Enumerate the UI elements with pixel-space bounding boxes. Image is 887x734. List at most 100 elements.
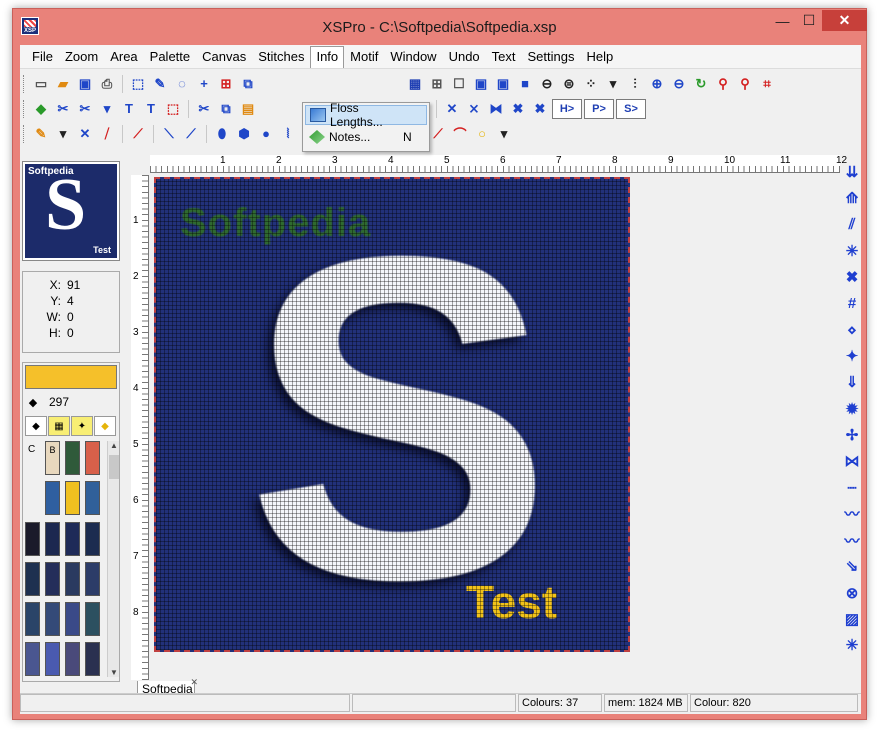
stitch-arrow-icon[interactable]: ⇓ (842, 371, 862, 393)
crosshair-icon[interactable]: + (194, 74, 214, 94)
stitch-sparkle-icon[interactable]: ✦ (842, 345, 862, 367)
pattern-mode-button[interactable]: ▦ (48, 416, 70, 436)
fill-icon[interactable]: ◆ (31, 99, 51, 119)
cross-stitch-bold-icon[interactable]: ✖ (508, 99, 528, 119)
close-button[interactable]: ✕ (822, 10, 867, 31)
palette-swatch[interactable] (85, 481, 100, 515)
pin-icon[interactable]: ⚲ (713, 74, 733, 94)
bead-cluster-icon[interactable]: ⬢ (234, 124, 254, 144)
stitch-plus-star-icon[interactable]: ✢ (842, 424, 862, 446)
stitch-dashed-red-icon[interactable]: ┈ (842, 477, 862, 499)
copy-icon[interactable]: ⧉ (216, 99, 236, 119)
stitch-arrow-down-icon[interactable]: ⇊ (842, 161, 862, 183)
maximize-button[interactable]: ☐ (796, 10, 822, 31)
grid-lines-icon[interactable]: ⊞ (427, 74, 447, 94)
stitch-chevron-icon[interactable]: ⟰ (842, 187, 862, 209)
text-t-icon[interactable]: T (119, 99, 139, 119)
dropdown-arrow-icon[interactable]: ▾ (97, 99, 117, 119)
palette-swatch[interactable] (65, 441, 80, 475)
stitch-wave-small-icon[interactable]: 〰 (842, 529, 862, 551)
stitch-cross-circle-icon[interactable]: ⊗ (842, 582, 862, 604)
stitch-burst-icon[interactable]: ✹ (842, 398, 862, 420)
palette-swatch[interactable] (65, 522, 80, 556)
palette-swatch[interactable] (85, 642, 100, 676)
zoom-out-icon[interactable]: ⊖ (669, 74, 689, 94)
palette-swatch[interactable] (25, 522, 40, 556)
backstitch-icon[interactable]: ✂ (75, 99, 95, 119)
line-dot-icon[interactable]: ⟋ (428, 124, 448, 144)
copy-area-icon[interactable]: ⧉ (238, 74, 258, 94)
menu-item-floss-lengths[interactable]: Floss Lengths... (305, 101, 427, 129)
current-color-swatch[interactable] (25, 365, 117, 389)
select-dotted-icon[interactable]: ⬚ (163, 99, 183, 119)
palette-swatch[interactable] (85, 562, 100, 596)
arc-icon[interactable]: ⌒ (450, 124, 470, 144)
menu-text[interactable]: Text (486, 46, 522, 67)
s-button[interactable]: S> (616, 98, 646, 119)
menu-item-notes[interactable]: Notes... N (305, 127, 427, 147)
stitch-cross-fill-icon[interactable]: ✖ (842, 266, 862, 288)
cross-stitch-double-icon[interactable]: ⧓ (486, 99, 506, 119)
dropdown-arrow-icon[interactable]: ▾ (494, 124, 514, 144)
stitch-arrow-diag-icon[interactable]: ⇘ (842, 555, 862, 577)
palette-swatch[interactable] (45, 481, 60, 515)
preview-thumbnail[interactable]: Softpedia S Test (22, 161, 120, 261)
stitch-lines-icon[interactable]: ▨ (842, 608, 862, 630)
palette-swatch[interactable] (45, 642, 60, 676)
save-icon[interactable]: ▣ (75, 74, 95, 94)
blank-grid-icon[interactable]: ☐ (449, 74, 469, 94)
bead-dot-icon[interactable]: ● (256, 124, 276, 144)
view-full-icon[interactable]: ▣ (471, 74, 491, 94)
cross-stitch-heavy-icon[interactable]: ✖ (530, 99, 550, 119)
menu-palette[interactable]: Palette (144, 46, 196, 67)
half-stitch-left-icon[interactable]: ⟍ (159, 124, 179, 144)
menu-undo[interactable]: Undo (443, 46, 486, 67)
view-shaded-icon[interactable]: ⊖ (537, 74, 557, 94)
spark-mode-button[interactable]: ✦ (71, 416, 93, 436)
palette-scrollbar[interactable]: ▲ ▼ (107, 441, 119, 677)
palette-swatch[interactable] (85, 522, 100, 556)
dropdown-arrow-icon[interactable]: ▾ (603, 74, 623, 94)
menu-motif[interactable]: Motif (344, 46, 384, 67)
stitch-diamond-grid-icon[interactable]: ⋄ (842, 319, 862, 341)
stitch-hash-icon[interactable]: # (842, 292, 862, 314)
half-stitch-right-icon[interactable]: ⟋ (181, 124, 201, 144)
diamond-mode-button[interactable]: ◆ (25, 416, 47, 436)
view-symbol-icon[interactable]: ⊜ (559, 74, 579, 94)
cross-stitch-small-icon[interactable]: ✕ (442, 99, 462, 119)
paste-icon[interactable]: ▤ (238, 99, 258, 119)
menu-window[interactable]: Window (384, 46, 442, 67)
select-pencil-icon[interactable]: ✎ (150, 74, 170, 94)
scroll-thumb[interactable] (109, 455, 119, 479)
close-tab-icon[interactable]: ✕ (190, 677, 198, 688)
view-block-icon[interactable]: ■ (515, 74, 535, 94)
palette-swatch[interactable] (25, 562, 40, 596)
h-button[interactable]: H> (552, 98, 582, 119)
stitch-canvas[interactable]: Softpedia S Test (154, 177, 630, 652)
refresh-icon[interactable]: ↻ (691, 74, 711, 94)
palette-swatch[interactable] (45, 602, 60, 636)
toolbar-grip[interactable] (23, 74, 26, 93)
toolbar-grip[interactable] (23, 124, 26, 143)
pencil-icon[interactable]: ✎ (31, 124, 51, 144)
bead-oval-icon[interactable]: ⬮ (212, 124, 232, 144)
new-file-icon[interactable]: ▭ (31, 74, 51, 94)
menu-file[interactable]: File (26, 46, 59, 67)
palette-swatch[interactable] (25, 602, 40, 636)
stitch-x-icon[interactable]: ⋈ (842, 450, 862, 472)
toolbar-grip[interactable] (23, 99, 26, 118)
menu-canvas[interactable]: Canvas (196, 46, 252, 67)
palette-swatch[interactable] (65, 602, 80, 636)
dots-menu-icon[interactable]: ⁘ (581, 74, 601, 94)
menu-settings[interactable]: Settings (522, 46, 581, 67)
cut-icon[interactable]: ✂ (194, 99, 214, 119)
circle-icon[interactable]: ○ (472, 124, 492, 144)
palette-swatch[interactable] (65, 481, 80, 515)
menu-info[interactable]: Info (310, 45, 345, 68)
minimize-button[interactable]: — (769, 10, 796, 31)
zoom-in-icon[interactable]: ⊕ (647, 74, 667, 94)
dropdown-arrow-icon[interactable]: ▾ (53, 124, 73, 144)
select-rect-icon[interactable]: ⬚ (128, 74, 148, 94)
palette-swatch[interactable]: B (45, 441, 60, 475)
diamond-yellow-mode-button[interactable]: ◆ (94, 416, 116, 436)
